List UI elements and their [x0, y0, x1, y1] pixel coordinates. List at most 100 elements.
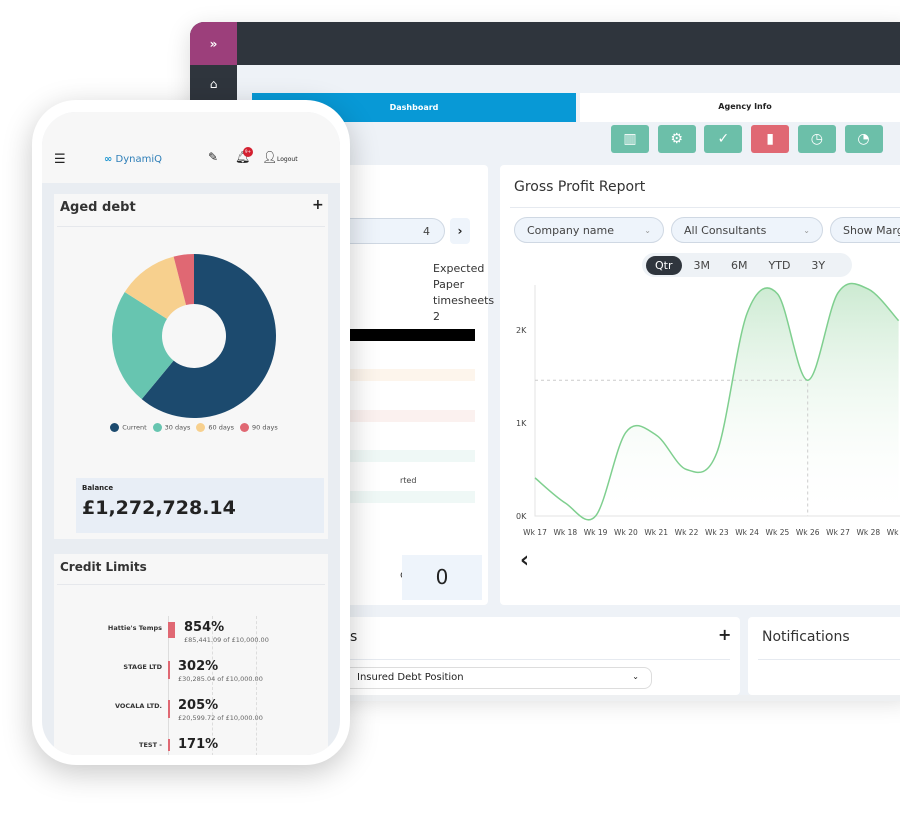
period-3m[interactable]: 3M [685, 256, 720, 275]
select-value: Insured Debt Position [357, 672, 464, 683]
x-tick-label: Wk 25 [766, 528, 790, 537]
data-point[interactable] [715, 451, 719, 455]
paper-value: 2 [433, 310, 440, 323]
date-value: 4 [423, 224, 430, 238]
row-label: rted [400, 476, 417, 485]
progress-bar [350, 329, 475, 341]
donut-legend: Current 30 days 60 days 90 days [54, 423, 328, 432]
gross-profit-chart: 0K 1K 2K Wk 17 Wk 18 Wk 19 Wk 20 Wk 21 Wk 22 Wk 2… [516, 282, 900, 537]
phone-mockup: ☰ ∞ DynamiQ ✎ 🔔︎ 9+ 👤︎ Logout Aged debt … [32, 100, 350, 765]
data-point[interactable] [866, 287, 870, 291]
period-6m[interactable]: 6M [722, 256, 757, 275]
credit-limit-name: TEST - [139, 741, 162, 749]
credit-limit-percent: 171% [178, 737, 219, 752]
credit-limit-detail: £20,599.72 of £10,000.00 [178, 714, 263, 722]
data-point[interactable] [806, 378, 810, 382]
card-title: Notifications [762, 629, 850, 645]
plus-icon[interactable]: + [312, 197, 324, 213]
data-point[interactable] [563, 501, 567, 505]
x-tick-label: Wk 21 [644, 528, 668, 537]
x-tick-label: Wk 24 [735, 528, 759, 537]
legend-swatch [110, 423, 120, 432]
card-title: Gross Profit Report [514, 179, 646, 195]
plus-icon[interactable]: + [718, 625, 731, 644]
data-point[interactable] [533, 476, 537, 480]
x-tick-label: Wk 23 [705, 528, 729, 537]
report-select[interactable]: Insured Debt Position ⌄ [340, 667, 652, 689]
tab-agency-info[interactable]: Agency Info [580, 93, 900, 122]
credit-limit-percent: 205% [178, 698, 219, 713]
data-point[interactable] [594, 514, 598, 518]
notification-badge: 9+ [243, 147, 253, 157]
legend-label: 30 days [164, 423, 191, 432]
period-3y[interactable]: 3Y [802, 256, 834, 275]
row-bar [350, 410, 475, 422]
select-label: Company name [527, 223, 615, 237]
x-tick-label: Wk 20 [614, 528, 638, 537]
x-tick-label: Wk 17 [523, 528, 547, 537]
hamburger-icon[interactable]: ☰ [54, 152, 66, 167]
balance-label: Balance [82, 484, 114, 492]
pencil-icon[interactable]: ✎ [208, 150, 218, 164]
y-tick-label: 0K [516, 512, 527, 521]
legend-swatch [196, 423, 206, 432]
row-bar [350, 491, 475, 503]
aged-debt-card: Aged debt + Current 30 days 60 days 90 days… [54, 194, 328, 539]
legend-label: 90 days [252, 423, 278, 432]
card-title: Aged debt [60, 200, 136, 215]
home-icon[interactable]: ⌂ [190, 77, 237, 91]
credit-limit-percent: 302% [178, 659, 219, 674]
period-ytd[interactable]: YTD [760, 256, 800, 275]
document-icon[interactable]: ▮ [751, 125, 790, 153]
expected-label: Expected [433, 262, 485, 275]
y-tick-label: 2K [516, 326, 527, 335]
phone-screen: ☰ ∞ DynamiQ ✎ 🔔︎ 9+ 👤︎ Logout Aged debt … [42, 112, 340, 755]
user-gear-icon[interactable]: ⚙ [657, 125, 696, 153]
double-chevron-right-icon[interactable]: » [190, 22, 237, 65]
next-button[interactable]: › [450, 218, 470, 244]
credit-limit-detail: £85,441.09 of £10,000.00 [184, 636, 269, 644]
data-point[interactable] [685, 468, 689, 472]
credit-limit-name: VOCALA LTD. [114, 702, 162, 710]
logout-link[interactable]: Logout [277, 156, 298, 163]
user-clock-icon[interactable]: ◔ [844, 125, 883, 153]
clock-icon[interactable]: ◷ [797, 125, 836, 153]
select-label: Show Marg [843, 223, 900, 237]
legend-swatch [240, 423, 250, 432]
legend-swatch [152, 423, 162, 432]
period-qtr[interactable]: Qtr [646, 255, 682, 275]
y-tick-label: 1K [516, 419, 527, 428]
chevron-left-icon[interactable]: ‹ [520, 548, 529, 573]
credit-limit-bar [168, 700, 170, 718]
data-point[interactable] [745, 311, 749, 315]
aged-debt-donut [112, 254, 276, 418]
balance-value: £1,272,728.14 [82, 497, 236, 519]
data-point[interactable] [654, 433, 658, 437]
show-margin-select[interactable]: Show Marg [830, 217, 900, 243]
x-tick-label: Wk 27 [826, 528, 850, 537]
row-bar [350, 450, 475, 462]
logo-text: DynamiQ [115, 154, 163, 165]
building-icon[interactable]: ▥ [611, 125, 649, 153]
x-tick-label: Wk 26 [796, 528, 820, 537]
credit-limit-bar [168, 739, 170, 751]
paper-label: Paper timesheets [433, 278, 495, 307]
period-selector: Qtr 3M 6M YTD 3Y [642, 253, 852, 277]
data-point[interactable] [775, 292, 779, 296]
data-point[interactable] [836, 291, 840, 295]
top-bar [190, 22, 900, 65]
card-title: s [350, 629, 358, 645]
user-check-icon[interactable]: ✓ [704, 125, 743, 153]
credit-limit-percent: 854% [184, 620, 225, 635]
card-title: Credit Limits [60, 560, 147, 574]
credit-limit-name: Hattie's Temps [107, 624, 162, 632]
company-name-select[interactable]: Company name ⌄ [514, 217, 664, 243]
x-tick-label: Wk 22 [675, 528, 699, 537]
notifications-card: Notifications [748, 617, 900, 695]
chevron-down-icon: ⌄ [803, 225, 810, 235]
chevron-down-icon: ⌄ [644, 225, 651, 235]
data-point[interactable] [624, 430, 628, 434]
balance-box: Balance £1,272,728.14 [76, 478, 324, 533]
credit-limit-bar [168, 661, 170, 679]
consultants-select[interactable]: All Consultants ⌄ [671, 217, 823, 243]
